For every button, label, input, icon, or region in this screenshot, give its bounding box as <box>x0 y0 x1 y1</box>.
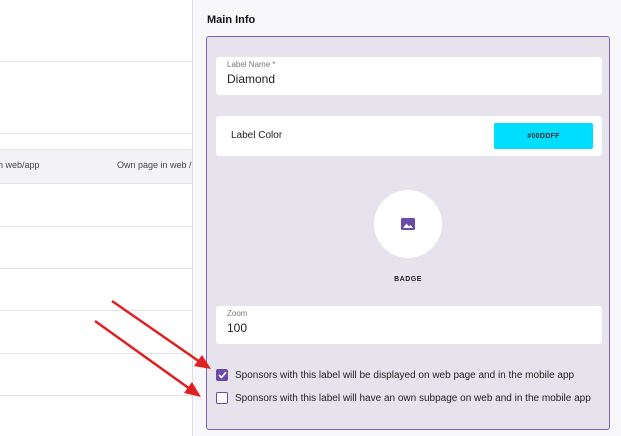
column-header-own-page: Own page in web / a <box>117 160 200 170</box>
section-title: Main Info <box>207 14 256 26</box>
row-divider <box>0 268 192 269</box>
badge-upload-button[interactable] <box>374 190 442 258</box>
subpage-checkbox-label: Sponsors with this label will have an ow… <box>235 392 591 404</box>
column-header-web-app: n web/app <box>0 160 40 170</box>
display-checkbox[interactable] <box>216 369 228 381</box>
label-color-label: Label Color <box>231 130 283 141</box>
checkmark-icon <box>217 371 227 379</box>
row-divider <box>0 353 192 354</box>
row-divider <box>0 310 192 311</box>
checkbox-row-subpage[interactable]: Sponsors with this label will have an ow… <box>216 391 591 405</box>
badge-label: BADGE <box>394 276 422 283</box>
row-divider <box>0 133 192 134</box>
table-header: n web/app Own page in web / a <box>0 149 199 184</box>
zoom-field[interactable]: Zoom 100 <box>216 306 602 344</box>
main-info-panel: Label Name * Diamond Label Color #00DDFF… <box>206 36 610 430</box>
label-color-row: Label Color #00DDFF <box>216 116 602 156</box>
label-color-swatch[interactable]: #00DDFF <box>494 123 593 149</box>
label-name-label: Label Name * <box>227 60 276 69</box>
label-name-field[interactable]: Label Name * Diamond <box>216 57 602 95</box>
background-table: n web/app Own page in web / a <box>0 0 199 436</box>
zoom-value[interactable]: 100 <box>227 321 247 335</box>
checkbox-row-display[interactable]: Sponsors with this label will be display… <box>216 368 574 382</box>
zoom-label: Zoom <box>227 309 248 318</box>
row-divider <box>0 395 192 396</box>
subpage-checkbox[interactable] <box>216 392 228 404</box>
edit-label-drawer: Main Info Label Name * Diamond Label Col… <box>192 0 621 436</box>
image-icon <box>401 218 415 230</box>
row-divider <box>0 61 192 62</box>
display-checkbox-label: Sponsors with this label will be display… <box>235 369 575 381</box>
label-name-value[interactable]: Diamond <box>227 72 275 86</box>
row-divider <box>0 226 192 227</box>
